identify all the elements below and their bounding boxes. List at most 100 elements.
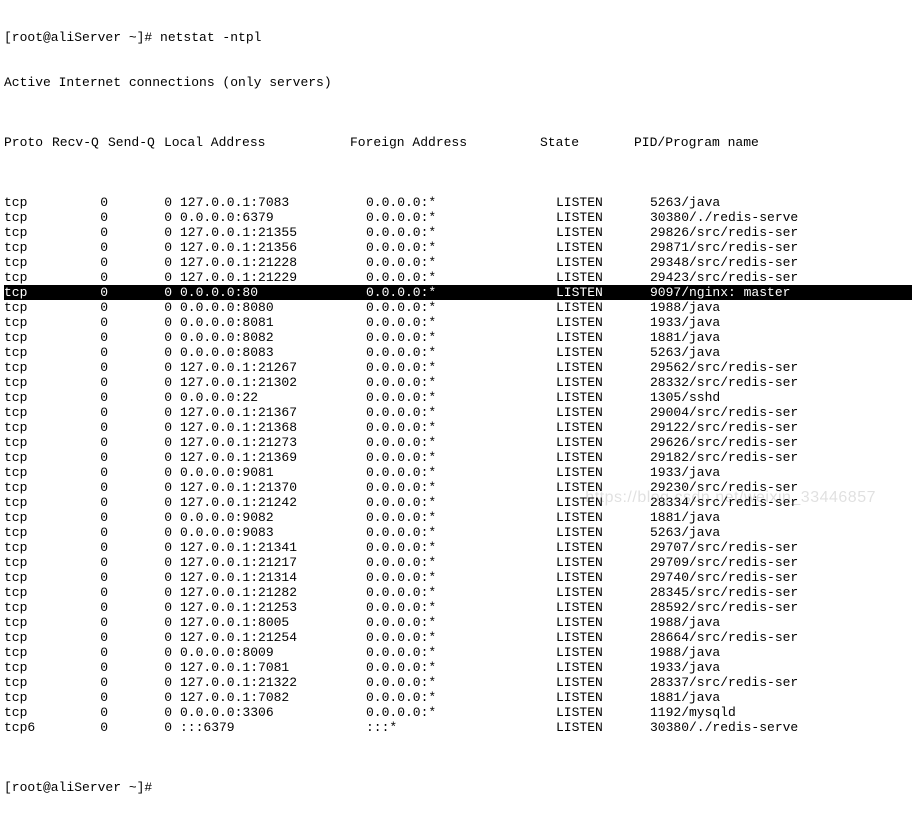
cell-pid-program: 29707/src/redis-ser: [650, 540, 912, 555]
header-foreign: Foreign Address: [350, 135, 540, 150]
cell-foreign-address: 0.0.0.0:*: [366, 210, 556, 225]
cell-state: LISTEN: [556, 225, 650, 240]
cell-local-address: 127.0.0.1:21302: [180, 375, 366, 390]
cell-recvq: 0: [52, 240, 116, 255]
cell-proto: tcp: [4, 210, 52, 225]
cell-foreign-address: 0.0.0.0:*: [366, 435, 556, 450]
cell-foreign-address: :::*: [366, 720, 556, 735]
terminal-output[interactable]: [root@aliServer ~]# netstat -ntpl Active…: [0, 0, 916, 814]
cell-state: LISTEN: [556, 255, 650, 270]
table-row: tcp00127.0.0.1:213700.0.0.0:*LISTEN29230…: [4, 480, 912, 495]
cell-proto: tcp: [4, 345, 52, 360]
cell-state: LISTEN: [556, 675, 650, 690]
cell-local-address: 127.0.0.1:21229: [180, 270, 366, 285]
cell-proto: tcp: [4, 585, 52, 600]
cell-state: LISTEN: [556, 390, 650, 405]
cell-pid-program: 29562/src/redis-ser: [650, 360, 912, 375]
cell-pid-program: 1933/java: [650, 465, 912, 480]
cell-foreign-address: 0.0.0.0:*: [366, 240, 556, 255]
cell-local-address: 0.0.0.0:9083: [180, 525, 366, 540]
cell-sendq: 0: [116, 630, 180, 645]
cell-local-address: 127.0.0.1:21217: [180, 555, 366, 570]
cell-foreign-address: 0.0.0.0:*: [366, 660, 556, 675]
cell-proto: tcp: [4, 255, 52, 270]
table-row: tcp00127.0.0.1:213020.0.0.0:*LISTEN28332…: [4, 375, 912, 390]
cell-sendq: 0: [116, 255, 180, 270]
cell-proto: tcp: [4, 690, 52, 705]
cell-state: LISTEN: [556, 285, 650, 300]
cell-recvq: 0: [52, 420, 116, 435]
header-local: Local Address: [164, 135, 350, 150]
cell-pid-program: 28592/src/redis-ser: [650, 600, 912, 615]
cell-recvq: 0: [52, 585, 116, 600]
cell-proto: tcp: [4, 510, 52, 525]
cell-foreign-address: 0.0.0.0:*: [366, 540, 556, 555]
cell-local-address: 127.0.0.1:21356: [180, 240, 366, 255]
cell-proto: tcp: [4, 615, 52, 630]
table-row: tcp00127.0.0.1:70830.0.0.0:*LISTEN5263/j…: [4, 195, 912, 210]
cell-state: LISTEN: [556, 240, 650, 255]
table-row: tcp00127.0.0.1:213670.0.0.0:*LISTEN29004…: [4, 405, 912, 420]
table-row: tcp000.0.0.0:80810.0.0.0:*LISTEN1933/jav…: [4, 315, 912, 330]
cell-pid-program: 30380/./redis-serve: [650, 720, 912, 735]
cell-foreign-address: 0.0.0.0:*: [366, 285, 556, 300]
table-row: tcp000.0.0.0:80800.0.0.0:*LISTEN1988/jav…: [4, 300, 912, 315]
cell-state: LISTEN: [556, 600, 650, 615]
cell-sendq: 0: [116, 705, 180, 720]
cell-state: LISTEN: [556, 450, 650, 465]
table-body: tcp00127.0.0.1:70830.0.0.0:*LISTEN5263/j…: [4, 195, 912, 735]
cell-proto: tcp: [4, 195, 52, 210]
cell-proto: tcp6: [4, 720, 52, 735]
cell-local-address: 127.0.0.1:7082: [180, 690, 366, 705]
table-row: tcp00127.0.0.1:70810.0.0.0:*LISTEN1933/j…: [4, 660, 912, 675]
cell-local-address: 0.0.0.0:80: [180, 285, 366, 300]
cell-state: LISTEN: [556, 330, 650, 345]
cell-recvq: 0: [52, 690, 116, 705]
cell-foreign-address: 0.0.0.0:*: [366, 585, 556, 600]
cell-local-address: 0.0.0.0:9082: [180, 510, 366, 525]
cell-state: LISTEN: [556, 705, 650, 720]
cell-state: LISTEN: [556, 615, 650, 630]
cell-sendq: 0: [116, 585, 180, 600]
cell-local-address: 0.0.0.0:8081: [180, 315, 366, 330]
cell-state: LISTEN: [556, 405, 650, 420]
cell-recvq: 0: [52, 540, 116, 555]
cell-state: LISTEN: [556, 630, 650, 645]
cell-local-address: 0.0.0.0:6379: [180, 210, 366, 225]
cell-proto: tcp: [4, 330, 52, 345]
cell-local-address: 127.0.0.1:21267: [180, 360, 366, 375]
cell-recvq: 0: [52, 435, 116, 450]
cell-sendq: 0: [116, 660, 180, 675]
cell-state: LISTEN: [556, 525, 650, 540]
cell-proto: tcp: [4, 435, 52, 450]
cell-state: LISTEN: [556, 270, 650, 285]
cell-proto: tcp: [4, 300, 52, 315]
cell-state: LISTEN: [556, 210, 650, 225]
cell-foreign-address: 0.0.0.0:*: [366, 450, 556, 465]
table-row: tcp000.0.0.0:90830.0.0.0:*LISTEN5263/jav…: [4, 525, 912, 540]
cell-pid-program: 1933/java: [650, 315, 912, 330]
cell-proto: tcp: [4, 270, 52, 285]
cell-proto: tcp: [4, 525, 52, 540]
cell-recvq: 0: [52, 300, 116, 315]
table-row: tcp00127.0.0.1:213680.0.0.0:*LISTEN29122…: [4, 420, 912, 435]
cell-pid-program: 29182/src/redis-ser: [650, 450, 912, 465]
cell-sendq: 0: [116, 345, 180, 360]
cell-recvq: 0: [52, 345, 116, 360]
cell-foreign-address: 0.0.0.0:*: [366, 345, 556, 360]
cell-recvq: 0: [52, 645, 116, 660]
cell-pid-program: 29348/src/redis-ser: [650, 255, 912, 270]
cell-foreign-address: 0.0.0.0:*: [366, 675, 556, 690]
table-row: tcp00127.0.0.1:213140.0.0.0:*LISTEN29740…: [4, 570, 912, 585]
cell-state: LISTEN: [556, 195, 650, 210]
prompt-line[interactable]: [root@aliServer ~]#: [4, 780, 912, 795]
cell-sendq: 0: [116, 450, 180, 465]
cell-proto: tcp: [4, 390, 52, 405]
cell-foreign-address: 0.0.0.0:*: [366, 315, 556, 330]
cell-foreign-address: 0.0.0.0:*: [366, 330, 556, 345]
cell-foreign-address: 0.0.0.0:*: [366, 195, 556, 210]
cell-pid-program: 29740/src/redis-ser: [650, 570, 912, 585]
cell-state: LISTEN: [556, 480, 650, 495]
cell-foreign-address: 0.0.0.0:*: [366, 300, 556, 315]
table-row: tcp00127.0.0.1:70820.0.0.0:*LISTEN1881/j…: [4, 690, 912, 705]
